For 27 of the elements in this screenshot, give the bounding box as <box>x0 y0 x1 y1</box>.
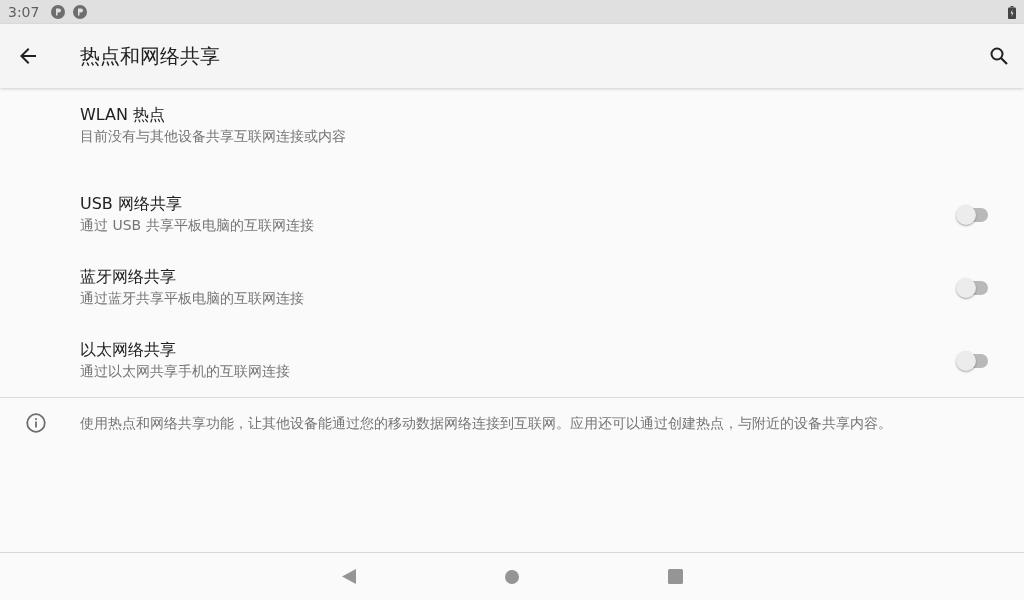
setting-item[interactable]: 蓝牙网络共享 通过蓝牙共享平板电脑的互联网连接 <box>0 251 1024 324</box>
setting-summary: 通过 USB 共享平板电脑的互联网连接 <box>80 216 314 235</box>
page-title: 热点和网络共享 <box>80 44 220 68</box>
setting-title: WLAN 热点 <box>80 105 167 125</box>
info-icon <box>26 413 46 433</box>
setting-summary: 通过蓝牙共享平板电脑的互联网连接 <box>80 289 304 308</box>
battery-icon <box>1008 5 1016 19</box>
setting-item[interactable]: 以太网络共享 通过以太网共享手机的互联网连接 <box>0 324 1024 397</box>
recents-square-icon <box>667 569 683 584</box>
search-icon <box>990 47 1008 65</box>
back-arrow-icon <box>20 48 36 64</box>
setting-item[interactable]: WLAN 热点 目前没有与其他设备共享互联网连接或内容 <box>0 88 1024 178</box>
notification-icon <box>73 5 88 19</box>
setting-title: 蓝牙网络共享 <box>80 267 177 287</box>
setting-title: 以太网络共享 <box>80 340 177 360</box>
home-circle-icon <box>505 569 519 584</box>
setting-summary: 目前没有与其他设备共享互联网连接或内容 <box>80 127 346 146</box>
back-triangle-icon <box>342 569 356 584</box>
setting-summary: 通过以太网共享手机的互联网连接 <box>80 362 290 381</box>
toggle-switch[interactable] <box>956 349 988 372</box>
toggle-switch[interactable] <box>956 276 988 299</box>
notification-icon <box>51 5 66 19</box>
setting-item[interactable]: USB 网络共享 通过 USB 共享平板电脑的互联网连接 <box>0 178 1024 251</box>
status-time: 3:07 <box>8 4 40 20</box>
toggle-switch[interactable] <box>956 203 988 226</box>
setting-title: USB 网络共享 <box>80 194 183 214</box>
footer-text: 使用热点和网络共享功能，让其他设备能通过您的移动数据网络连接到互联网。应用还可以通过创建热点，与附近的设备共享内容。 <box>80 414 892 433</box>
